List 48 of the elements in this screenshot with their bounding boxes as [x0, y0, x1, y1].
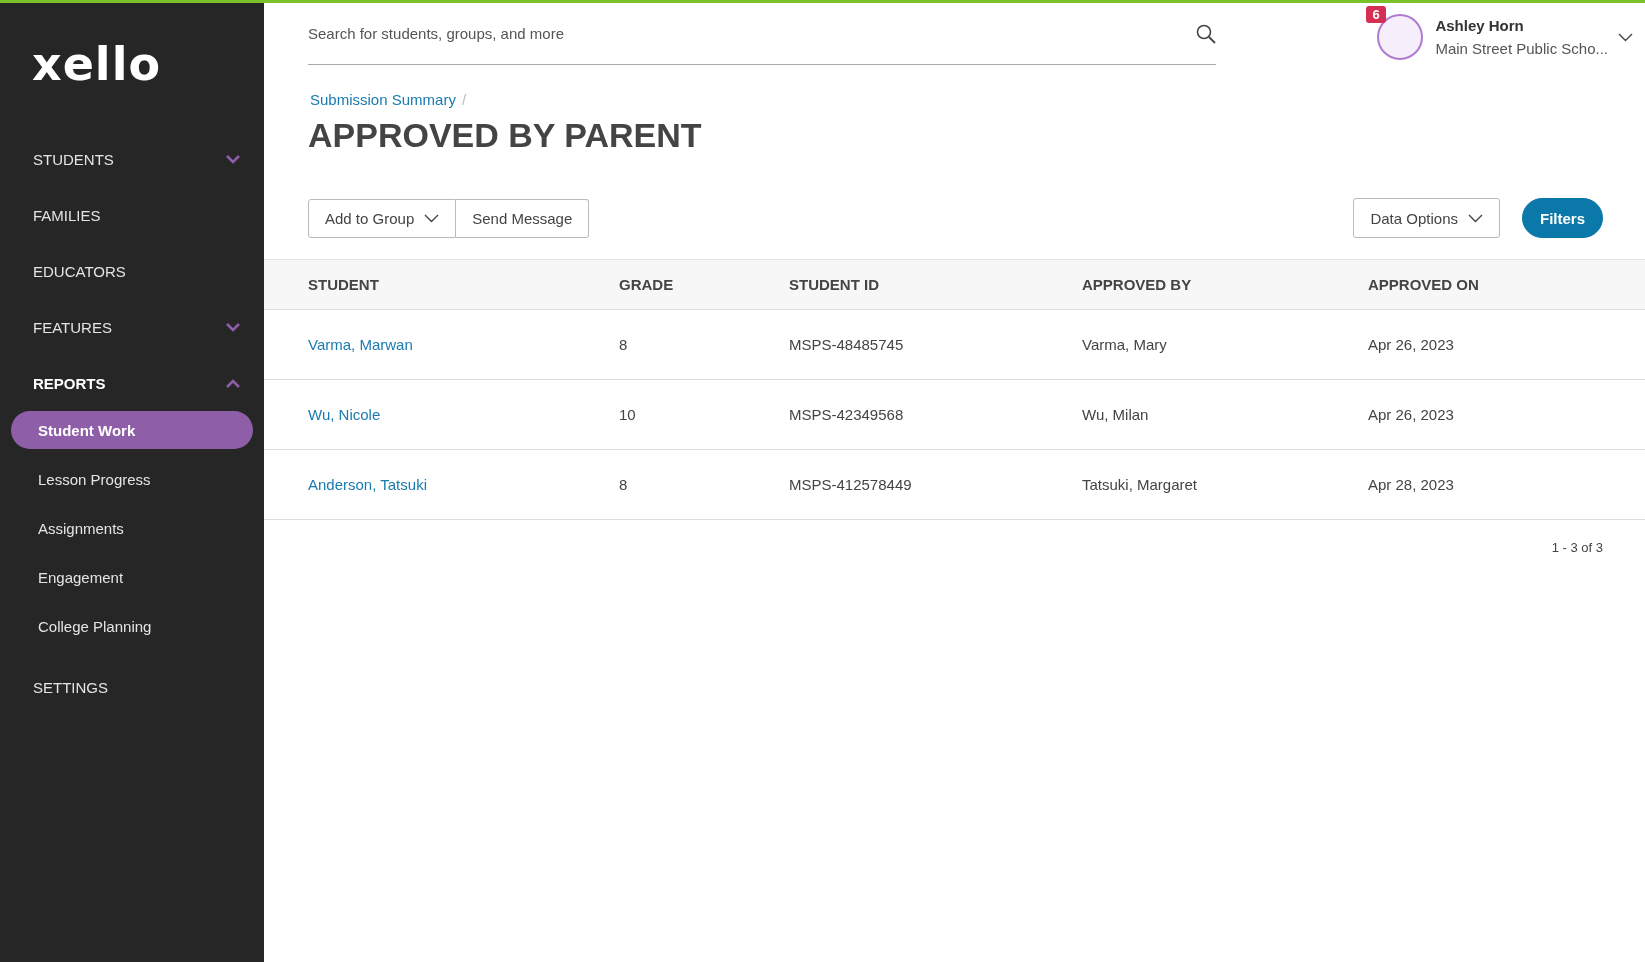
sidebar-subitem[interactable]: Student Work [11, 411, 253, 449]
action-button[interactable]: Send Message [456, 198, 590, 238]
sidebar-subitem[interactable]: Engagement [11, 558, 253, 596]
table-cell: MSPS-42349568 [788, 379, 1081, 450]
table-cell: Apr 28, 2023 [1367, 449, 1645, 520]
xello-logo: xello [32, 37, 161, 91]
breadcrumb-separator: / [461, 91, 467, 108]
sidebar-nav-item[interactable]: REPORTS [0, 355, 264, 411]
sidebar-subitem[interactable]: College Planning [11, 607, 253, 645]
sidebar-nav-item[interactable]: FEATURES [0, 299, 264, 355]
chevron-down-icon [424, 213, 440, 223]
table-cell: Apr 26, 2023 [1367, 309, 1645, 380]
table-cell: Varma, Mary [1081, 309, 1367, 380]
column-header: GRADE [618, 259, 788, 310]
chevron-down-icon [1618, 32, 1633, 42]
notification-badge: 6 [1366, 6, 1386, 23]
table-cell: Apr 26, 2023 [1367, 379, 1645, 450]
user-name: Ashley Horn [1435, 17, 1525, 34]
chevron-down-icon [1468, 213, 1483, 223]
table-cell: 8 [618, 309, 788, 380]
student-link[interactable]: Wu, Nicole [308, 406, 381, 423]
table-cell: 8 [618, 449, 788, 520]
table-cell: Wu, Milan [1081, 379, 1367, 450]
filters-button[interactable]: Filters [1522, 198, 1603, 238]
pagination-text: 1 - 3 of 3 [1551, 540, 1603, 555]
table-cell: MSPS-412578449 [788, 449, 1081, 520]
school-name: Main Street Public Scho... [1435, 40, 1608, 57]
sidebar-nav-item[interactable]: SETTINGS [0, 659, 264, 715]
search-field[interactable]: Search for students, groups, and more [308, 25, 1196, 42]
column-header: APPROVED ON [1367, 259, 1645, 310]
table-cell: MSPS-48485745 [788, 309, 1081, 380]
student-link[interactable]: Anderson, Tatsuki [308, 476, 427, 493]
dropdown-button[interactable]: Data Options [1353, 198, 1500, 238]
column-header: STUDENT [264, 259, 618, 310]
sidebar-subitem[interactable]: Lesson Progress [11, 460, 253, 498]
page-title: APPROVED BY PARENT [308, 116, 703, 155]
sidebar-nav-item[interactable]: STUDENTS [0, 131, 264, 187]
breadcrumb-link[interactable]: Submission Summary [310, 91, 456, 108]
sidebar-nav-item[interactable]: EDUCATORS [0, 243, 264, 299]
dropdown-button[interactable]: Add to Group [308, 198, 457, 238]
sidebar-nav-item[interactable]: FAMILIES [0, 187, 264, 243]
student-link[interactable]: Varma, Marwan [308, 336, 413, 353]
column-header: APPROVED BY [1081, 259, 1367, 310]
sidebar-subitem[interactable]: Assignments [11, 509, 253, 547]
search-icon [1196, 23, 1216, 44]
table-cell: 10 [618, 379, 788, 450]
column-header: STUDENT ID [788, 259, 1081, 310]
table-cell: Tatsuki, Margaret [1081, 449, 1367, 520]
